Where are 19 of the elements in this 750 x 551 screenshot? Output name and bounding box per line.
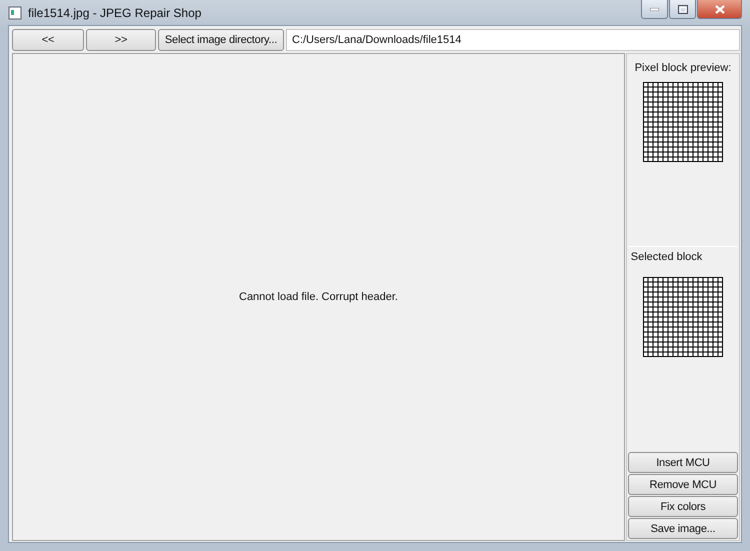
minimize-icon <box>650 8 659 10</box>
minimize-button[interactable] <box>641 0 668 19</box>
action-button[interactable]: Remove MCU <box>628 474 738 495</box>
maximize-button[interactable] <box>669 0 696 19</box>
maximize-icon <box>678 4 688 14</box>
action-button[interactable]: Save image... <box>628 518 738 539</box>
selected-block-label: Selected block <box>630 250 702 266</box>
action-button[interactable]: Fix colors <box>628 496 738 517</box>
preview-label: Pixel block preview: <box>634 60 732 76</box>
app-icon <box>8 6 22 20</box>
previous-button[interactable]: << <box>12 29 84 51</box>
close-icon <box>714 4 724 14</box>
close-button[interactable] <box>697 0 742 19</box>
next-button[interactable]: >> <box>86 29 156 51</box>
window-title: file1514.jpg - JPEG Repair Shop <box>28 4 202 22</box>
action-button[interactable]: Insert MCU <box>628 452 738 473</box>
status-message: Cannot load file. Corrupt header. <box>239 290 398 305</box>
select-directory-button[interactable]: Select image directory... <box>158 29 284 51</box>
path-field[interactable]: C:/Users/Lana/Downloads/file1514 <box>286 29 740 51</box>
